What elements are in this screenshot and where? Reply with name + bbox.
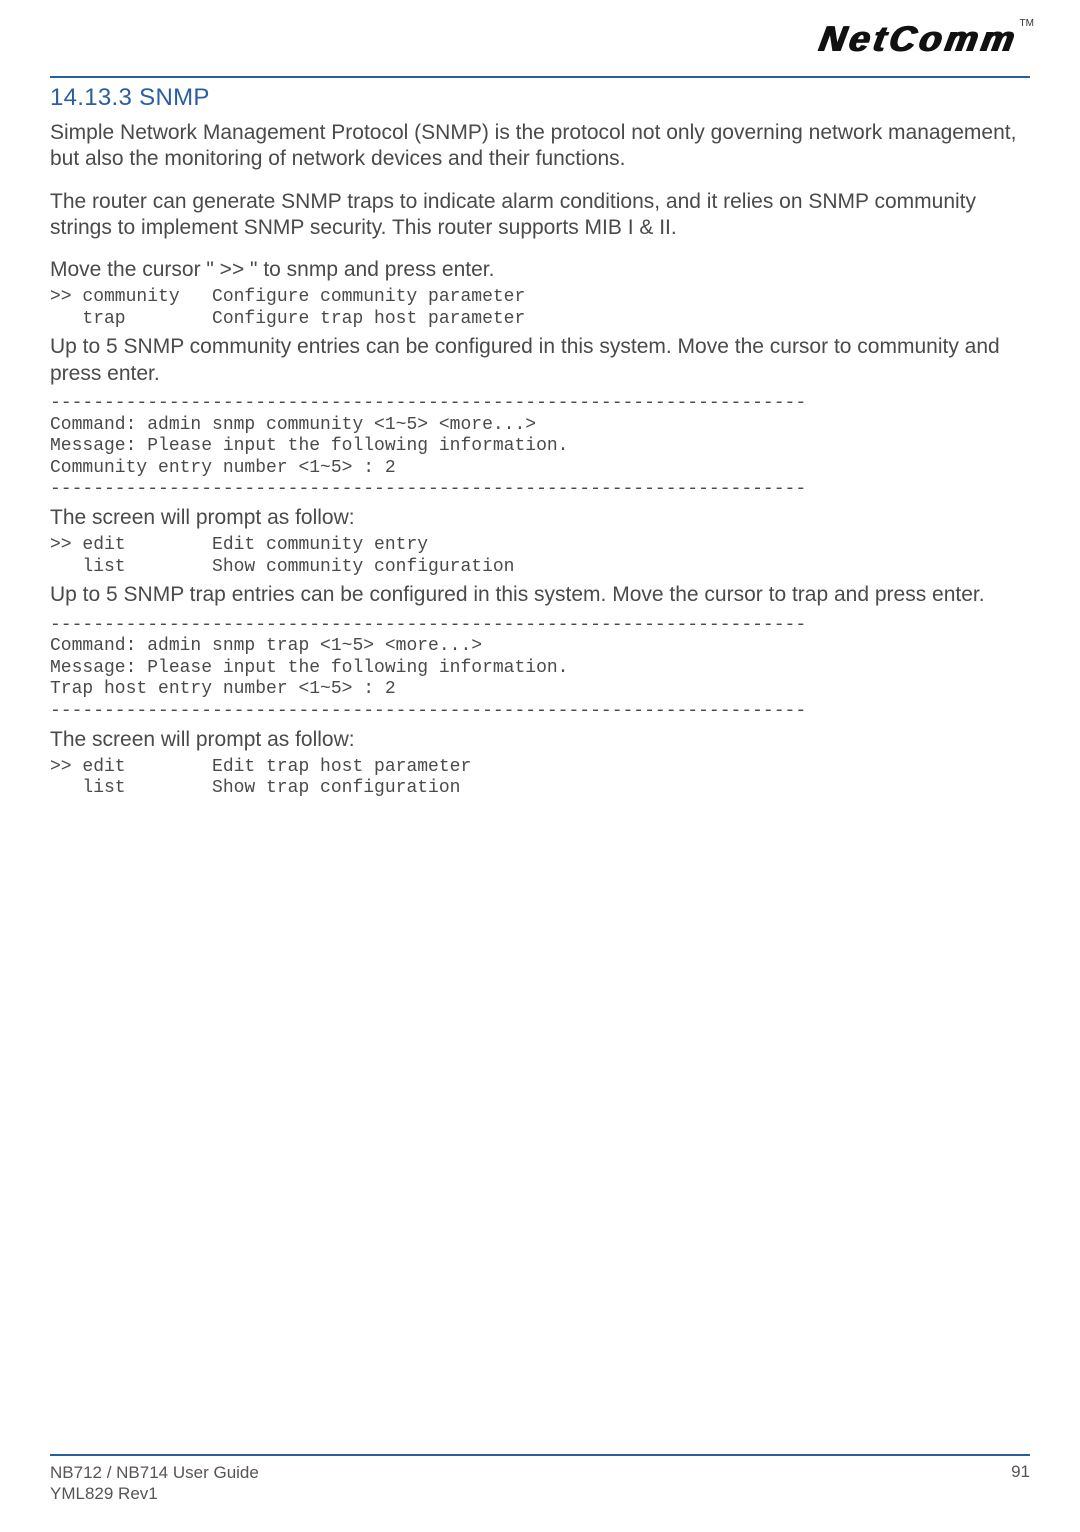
terminal-output-trap-menu: >> edit Edit trap host parameter list Sh… [50, 757, 1030, 800]
paragraph-cursor-instruction: Move the cursor " >> " to snmp and press… [50, 257, 1030, 283]
footer-left-block: NB712 / NB714 User Guide YML829 Rev1 [50, 1462, 259, 1505]
paragraph-community-entries: Up to 5 SNMP community entries can be co… [50, 334, 1030, 387]
header-divider [50, 76, 1030, 78]
brand-logo-text: NetComm [816, 18, 1021, 60]
section-heading: 14.13.3 SNMP [50, 84, 1030, 112]
terminal-output-snmp-menu: >> community Configure community paramet… [50, 287, 1030, 330]
page-footer: NB712 / NB714 User Guide YML829 Rev1 91 [50, 1454, 1030, 1505]
paragraph-prompt-1: The screen will prompt as follow: [50, 505, 1030, 531]
terminal-output-trap-command: ----------------------------------------… [50, 615, 1030, 723]
footer-revision: YML829 Rev1 [50, 1483, 259, 1504]
footer-divider [50, 1454, 1030, 1456]
footer-page-number: 91 [1011, 1462, 1030, 1482]
paragraph-intro-2: The router can generate SNMP traps to in… [50, 189, 1030, 242]
terminal-output-community-command: ----------------------------------------… [50, 393, 1030, 501]
brand-logo: NetCommTM [820, 18, 1034, 60]
page-container: NetCommTM 14.13.3 SNMP Simple Network Ma… [0, 0, 1080, 1532]
paragraph-prompt-2: The screen will prompt as follow: [50, 727, 1030, 753]
trademark-symbol: TM [1020, 18, 1034, 29]
footer-guide-title: NB712 / NB714 User Guide [50, 1462, 259, 1483]
terminal-output-community-menu: >> edit Edit community entry list Show c… [50, 535, 1030, 578]
paragraph-trap-entries: Up to 5 SNMP trap entries can be configu… [50, 582, 1030, 608]
paragraph-intro-1: Simple Network Management Protocol (SNMP… [50, 120, 1030, 173]
